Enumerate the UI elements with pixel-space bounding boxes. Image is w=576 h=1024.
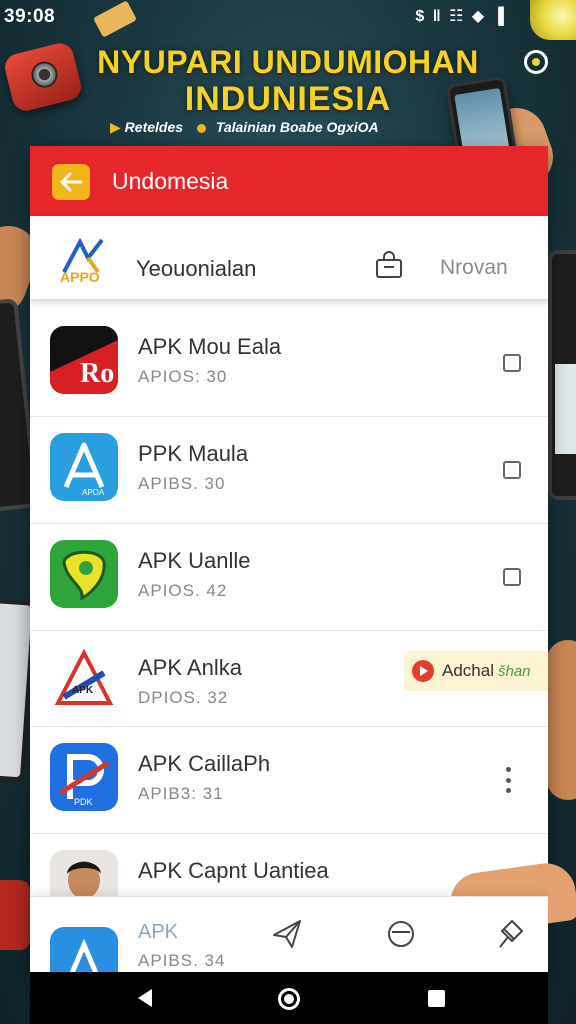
status-time: 39:08 bbox=[4, 6, 56, 27]
header-title: Undomesia bbox=[112, 168, 229, 194]
banner-sub-left: Reteldes bbox=[124, 119, 184, 135]
app-name: APK Capnt Uantiea bbox=[138, 858, 329, 883]
app-icon-green bbox=[50, 540, 118, 608]
app-meta: DPIOS. 32 bbox=[138, 688, 229, 707]
app-icon-text: Ro bbox=[80, 358, 114, 389]
app-name: APK Uanlle bbox=[138, 548, 251, 573]
banner-title-line2: INDUNIESIA bbox=[184, 80, 392, 118]
nav-label[interactable]: APK bbox=[138, 921, 178, 944]
chip-label-secondary: šhan bbox=[497, 662, 531, 680]
apk-logo-text: APPO bbox=[60, 269, 100, 284]
minus-circle-icon[interactable] bbox=[384, 917, 418, 951]
lamp-icon bbox=[530, 0, 576, 40]
banner-sub-right: Talainian Boabe OgxiOA bbox=[215, 119, 379, 135]
decor-red-prop bbox=[0, 880, 30, 950]
app-list: Ro APK Mou Eala APIOS: 30 APOA PPK Maula… bbox=[30, 310, 548, 941]
app-meta: APIB3: 31 bbox=[138, 784, 224, 803]
app-icon-red: Ro bbox=[50, 326, 118, 394]
pin-icon[interactable] bbox=[492, 917, 526, 951]
sub-header-title: Yeouonialan bbox=[136, 256, 257, 281]
app-name: APK CaillaPh bbox=[138, 751, 271, 776]
app-header: Undomesia bbox=[30, 146, 548, 216]
send-icon[interactable] bbox=[270, 917, 304, 951]
app-meta: APIOS. 42 bbox=[138, 581, 228, 600]
status-bar: 39:08 $ ǁ ☷ ◆ ▐ bbox=[0, 0, 576, 40]
decor-hand-right bbox=[546, 640, 576, 800]
recents-icon[interactable] bbox=[428, 990, 445, 1007]
app-name: APK Mou Eala bbox=[138, 334, 282, 359]
list-item[interactable]: APK Uanlle APIOS. 42 bbox=[30, 524, 548, 631]
app-window: Undomesia APPO Yeouonialan Nrovan Ro APK… bbox=[30, 146, 548, 972]
banner-title: NYUPARI UNDUMIOHAN bbox=[97, 44, 479, 80]
sub-header-link[interactable]: Nrovan bbox=[440, 256, 508, 280]
arrow-left-icon bbox=[60, 172, 83, 192]
play-icon bbox=[412, 660, 434, 682]
sub-header: APPO Yeouonialan Nrovan bbox=[30, 216, 548, 300]
app-icon-blue: APOA bbox=[50, 433, 118, 501]
list-item[interactable]: PDK APK CaillaPh APIB3: 31 bbox=[30, 727, 548, 834]
list-item[interactable]: APK APK Anlka DPIOS. 32 Adchal šhan bbox=[30, 631, 548, 727]
app-icon-text: APK bbox=[72, 685, 94, 696]
app-icon-blue-p: PDK bbox=[50, 743, 118, 811]
app-icon-text: PDK bbox=[74, 797, 93, 807]
app-icon-text: APOA bbox=[82, 488, 105, 497]
play-icon: ▶ bbox=[110, 119, 121, 135]
item-checkbox[interactable] bbox=[503, 461, 521, 479]
apk-logo-icon: APPO bbox=[60, 238, 104, 284]
more-options-icon[interactable] bbox=[504, 767, 512, 793]
chip-label: Adchal bbox=[442, 661, 494, 680]
app-meta: APIOS: 30 bbox=[138, 367, 228, 386]
action-chip[interactable]: Adchal šhan bbox=[404, 651, 548, 691]
status-icons: $ ǁ ☷ ◆ ▐ bbox=[415, 8, 506, 25]
app-name: PPK Maula bbox=[138, 441, 249, 466]
item-checkbox[interactable] bbox=[503, 354, 521, 372]
bottom-nav: APK APIBS. 34 bbox=[30, 896, 548, 972]
app-meta: APIBS. 30 bbox=[138, 474, 226, 493]
item-checkbox[interactable] bbox=[503, 568, 521, 586]
list-item[interactable]: Ro APK Mou Eala APIOS: 30 bbox=[30, 310, 548, 417]
app-icon-peek bbox=[50, 927, 118, 972]
back-icon[interactable] bbox=[138, 989, 152, 1007]
app-icon-triangle: APK bbox=[50, 647, 118, 715]
banner-subtitle: ▶ Reteldes Talainian Boabe OgxiOA bbox=[110, 119, 379, 136]
shopping-bag-icon[interactable] bbox=[374, 250, 404, 280]
decor-phone-right bbox=[548, 250, 576, 500]
list-item[interactable]: APOA PPK Maula APIBS. 30 bbox=[30, 417, 548, 524]
back-button[interactable] bbox=[52, 164, 90, 200]
bullet-icon bbox=[196, 123, 206, 133]
home-icon[interactable] bbox=[278, 988, 300, 1010]
system-nav-bar bbox=[30, 972, 548, 1024]
nav-meta: APIBS. 34 bbox=[138, 951, 226, 970]
app-name: APK Anlka bbox=[138, 655, 242, 680]
